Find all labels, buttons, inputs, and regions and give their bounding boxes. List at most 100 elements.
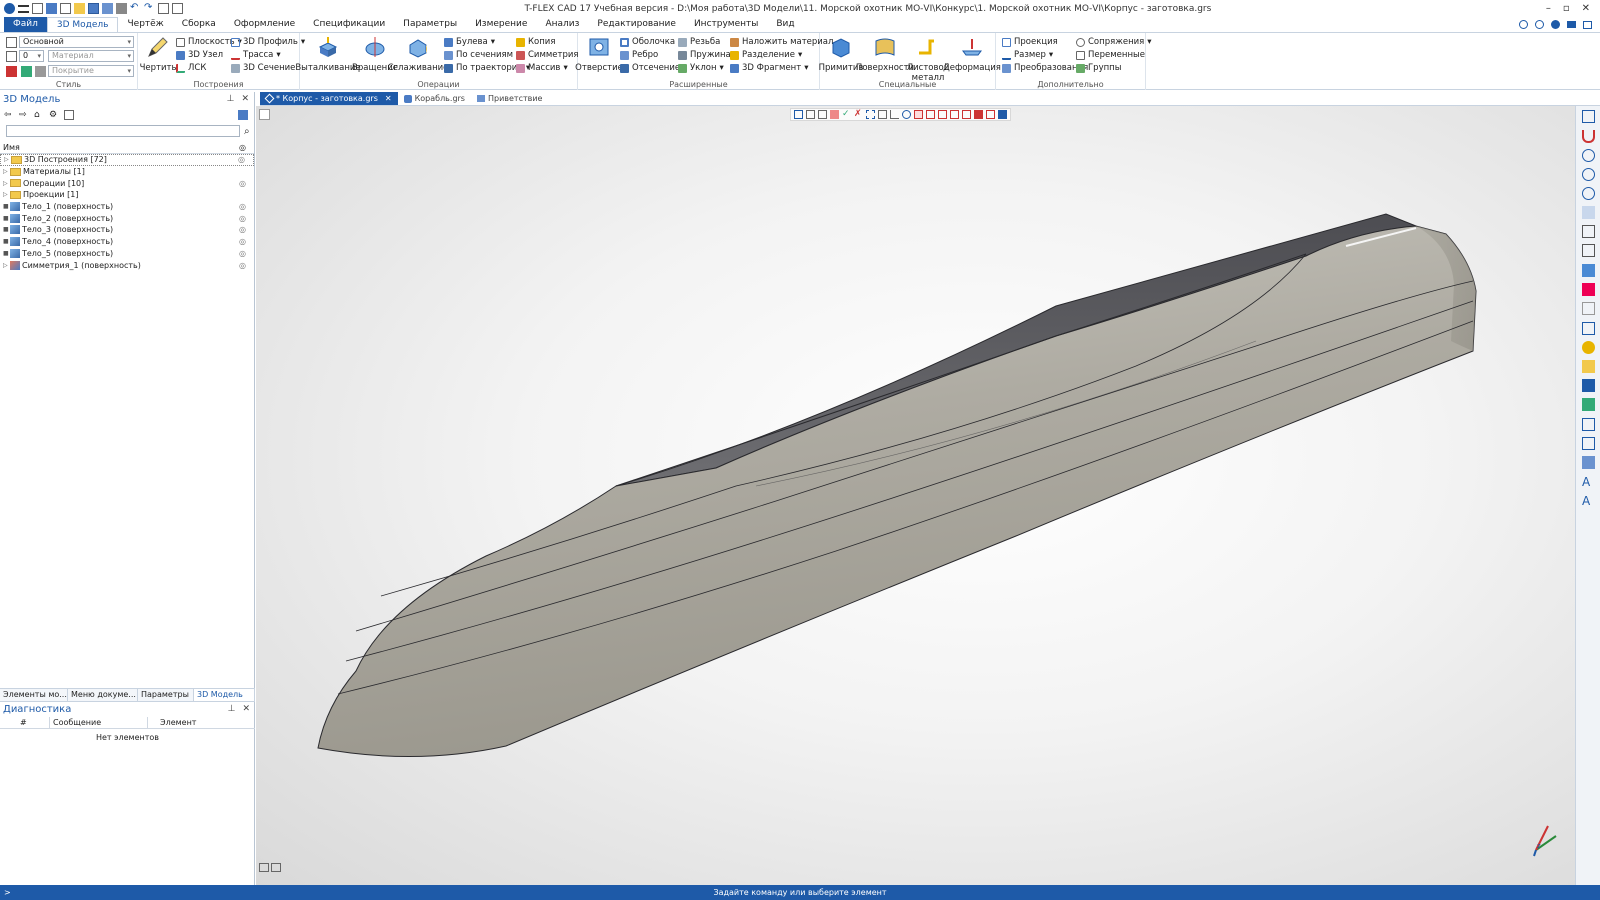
- open-folder-icon[interactable]: [74, 3, 85, 14]
- back-icon[interactable]: ⇦: [4, 110, 14, 120]
- layout-split-icon[interactable]: [271, 863, 281, 872]
- expand-icon[interactable]: ▷: [3, 168, 10, 175]
- node-button[interactable]: 3D Узел: [176, 49, 223, 61]
- menu-parameters[interactable]: Параметры: [394, 17, 466, 32]
- check-view-icon[interactable]: [1582, 283, 1595, 296]
- primitive-button[interactable]: Примитив: [819, 35, 863, 73]
- symmetry-button[interactable]: Симметрия: [516, 49, 579, 61]
- cube-view-icon[interactable]: [1582, 264, 1595, 277]
- layer-select[interactable]: Основной: [19, 36, 134, 48]
- zoom-window-icon[interactable]: [1582, 206, 1595, 219]
- forward-icon[interactable]: ⇨: [19, 110, 29, 120]
- box-red-2-icon[interactable]: [926, 110, 935, 119]
- search-icon[interactable]: [1519, 20, 1528, 29]
- tree-item-body-2[interactable]: ■ Тело_2 (поверхность) ◎: [0, 212, 254, 224]
- link-icon[interactable]: [902, 110, 911, 119]
- coating-select[interactable]: Покрытие: [48, 65, 134, 77]
- palette-icon[interactable]: [21, 66, 32, 77]
- menu-icon[interactable]: [18, 4, 29, 13]
- undo-icon[interactable]: ↶: [130, 3, 141, 14]
- zoom-icon[interactable]: [1582, 149, 1595, 162]
- expand-icon[interactable]: ▷: [3, 262, 10, 269]
- eye-icon[interactable]: ◎: [239, 179, 246, 188]
- text-icon[interactable]: A: [1582, 476, 1595, 489]
- cross-check-icon[interactable]: ✗: [854, 110, 863, 119]
- tree-item-projections[interactable]: ▷ Проекции [1]: [0, 189, 254, 201]
- new-file-icon[interactable]: [32, 3, 43, 14]
- sheet-metal-button[interactable]: Листовой металл: [907, 35, 949, 83]
- window-icon[interactable]: [1583, 20, 1592, 29]
- redo-icon[interactable]: ↷: [144, 3, 155, 14]
- draw-button[interactable]: Чертить: [140, 35, 176, 73]
- maximize-button[interactable]: ▫: [1563, 3, 1570, 14]
- tree-item-body-4[interactable]: ■ Тело_4 (поверхность) ◎: [0, 236, 254, 248]
- variables-button[interactable]: Переменные: [1076, 49, 1145, 61]
- filter-icon[interactable]: [794, 110, 803, 119]
- tree-item-symmetry[interactable]: ▷ Симметрия_1 (поверхность) ◎: [0, 259, 254, 271]
- settings-icon[interactable]: [1551, 20, 1560, 29]
- hole-button[interactable]: Отверстие: [575, 35, 623, 73]
- rib-button[interactable]: Ребро: [620, 49, 658, 61]
- groups-button[interactable]: Группы: [1076, 62, 1121, 74]
- loft-button[interactable]: По сечениям: [444, 49, 513, 61]
- box-red-4-icon[interactable]: [950, 110, 959, 119]
- orient-icon[interactable]: [1582, 302, 1595, 315]
- eye-icon[interactable]: ◎: [239, 214, 246, 223]
- layout-icon[interactable]: [259, 863, 269, 872]
- flag-icon[interactable]: [1567, 21, 1576, 28]
- hull-model[interactable]: [256, 106, 1575, 885]
- select-filter-icon[interactable]: [806, 110, 815, 119]
- paint-icon[interactable]: [1582, 379, 1595, 392]
- layers-icon[interactable]: [818, 110, 827, 119]
- axis-icon[interactable]: [890, 110, 899, 119]
- close-button[interactable]: ✕: [1582, 3, 1590, 14]
- lcs-button[interactable]: ЛСК: [176, 62, 206, 74]
- eye-icon[interactable]: ◎: [239, 202, 246, 211]
- dimension-button[interactable]: Размер ▾: [1002, 49, 1053, 61]
- pin-icon[interactable]: ⊥: [227, 92, 235, 107]
- boolean-button[interactable]: Булева ▾: [444, 36, 495, 48]
- view-cube-icon[interactable]: [1582, 110, 1595, 123]
- open-3d-icon[interactable]: [46, 3, 57, 14]
- tree-item-materials[interactable]: ▷ Материалы [1]: [0, 166, 254, 178]
- eye-icon[interactable]: ◎: [239, 225, 246, 234]
- menu-analysis[interactable]: Анализ: [536, 17, 588, 32]
- deformation-button[interactable]: Деформация: [943, 35, 1001, 73]
- chart-icon[interactable]: [1582, 437, 1595, 450]
- panel-close-icon[interactable]: ✕: [241, 92, 249, 107]
- tree-item-operations[interactable]: ▷ Операции [10] ◎: [0, 177, 254, 189]
- tab-parameters[interactable]: Параметры: [138, 689, 194, 701]
- tab-hull-blank[interactable]: * Корпус - заготовка.grs ✕: [260, 92, 398, 105]
- tab-document-menu[interactable]: Меню докуме...: [68, 689, 138, 701]
- array-button[interactable]: Массив ▾: [516, 62, 568, 74]
- menu-drawing[interactable]: Чертёж: [118, 17, 172, 32]
- cut-button[interactable]: Отсечение: [620, 62, 680, 74]
- draft-button[interactable]: Уклон ▾: [678, 62, 724, 74]
- path-button[interactable]: Трасса ▾: [231, 49, 281, 61]
- cube-icon[interactable]: [974, 110, 983, 119]
- globe-icon[interactable]: [1582, 341, 1595, 354]
- rotate-icon[interactable]: [1582, 225, 1595, 238]
- shell-button[interactable]: Оболочка ▾: [620, 36, 682, 48]
- split-button[interactable]: Разделение ▾: [730, 49, 802, 61]
- expand-icon[interactable]: ▷: [3, 191, 10, 198]
- printer-icon[interactable]: [1582, 456, 1595, 469]
- minimize-button[interactable]: –: [1546, 3, 1551, 14]
- help-icon[interactable]: [1535, 20, 1544, 29]
- material-select[interactable]: Материал: [48, 50, 134, 62]
- eye-icon[interactable]: ◎: [239, 237, 246, 246]
- tab-model-elements[interactable]: Элементы мо...: [0, 689, 68, 701]
- print-icon[interactable]: [116, 3, 127, 14]
- section-button[interactable]: 3D Сечение: [231, 62, 295, 74]
- eye-icon[interactable]: ◎: [238, 155, 245, 164]
- menu-file[interactable]: Файл: [4, 17, 47, 32]
- tab-ship[interactable]: Корабль.grs: [398, 92, 471, 105]
- box-red-5-icon[interactable]: [962, 110, 971, 119]
- app-logo-icon[interactable]: [4, 3, 15, 14]
- command-prompt[interactable]: >: [4, 885, 11, 900]
- menu-tools[interactable]: Инструменты: [685, 17, 767, 32]
- menu-editing[interactable]: Редактирование: [588, 17, 685, 32]
- export-icon[interactable]: [1582, 418, 1595, 431]
- level-stepper[interactable]: 0: [19, 50, 44, 62]
- tree-item-constructions[interactable]: ▷ 3D Построения [72] ◎: [0, 154, 254, 166]
